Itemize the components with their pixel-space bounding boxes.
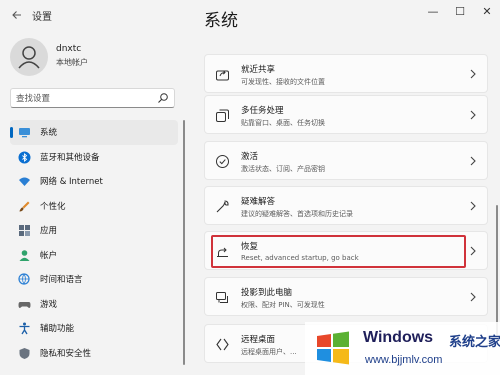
sidebar-item-bluetooth[interactable]: 蓝牙和其他设备 — [10, 145, 178, 170]
settings-card-recovery[interactable]: 恢复 Reset, advanced startup, go back — [204, 231, 488, 270]
globe-clock-icon — [18, 273, 30, 285]
sidebar-item-label: 系统 — [40, 128, 58, 138]
search-input[interactable] — [16, 92, 156, 105]
highlight-box — [211, 235, 466, 268]
sidebar-item-accessibility[interactable]: 辅助功能 — [10, 316, 178, 341]
sidebar-item-label: 时间和语言 — [40, 275, 83, 285]
chevron-right-icon — [470, 110, 476, 120]
sidebar-item-label: 应用 — [40, 226, 58, 236]
sidebar-item-label: 游戏 — [40, 299, 58, 310]
sidebar-item-system[interactable]: 系统 — [10, 120, 178, 145]
shield-icon — [19, 347, 30, 359]
chevron-right-icon — [470, 201, 476, 211]
sidebar-item-apps[interactable]: 应用 — [10, 218, 178, 243]
card-subtitle: 权限、配对 PIN、可发现性 — [241, 301, 325, 309]
card-title: 激活 — [241, 152, 259, 162]
sidebar-item-label: 个性化 — [40, 201, 66, 212]
windows-logo-icon — [317, 331, 349, 365]
remote-desktop-icon — [216, 338, 229, 351]
card-title: 疑难解答 — [241, 197, 276, 207]
chevron-right-icon — [470, 292, 476, 302]
watermark-url: www.bjjmlv.com — [365, 354, 443, 366]
sidebar-item-label: 帐户 — [40, 250, 58, 261]
card-title: 远程桌面 — [241, 335, 276, 345]
sidebar-item-time-language[interactable]: 时间和语言 — [10, 267, 178, 292]
card-subtitle: 远程桌面用户、... — [241, 348, 297, 356]
sidebar-nav: 系统 蓝牙和其他设备 网络 & Internet 个性化 应用 帐户 时间和语言… — [10, 120, 178, 365]
settings-card-nearby-sharing[interactable]: 就近共享 可发现性、接收的文件位置 — [204, 54, 488, 93]
chevron-right-icon — [470, 69, 476, 79]
card-subtitle: 激活状态、订阅、产品密钥 — [241, 165, 325, 173]
settings-card-activation[interactable]: 激活 激活状态、订阅、产品密钥 — [204, 141, 488, 180]
chevron-right-icon — [470, 246, 476, 256]
monitor-icon — [19, 128, 30, 138]
title-bar: 设置 — ☐ ✕ — [0, 0, 500, 30]
sidebar-item-network[interactable]: 网络 & Internet — [10, 169, 178, 194]
card-title: 就近共享 — [241, 65, 276, 75]
person-icon — [18, 46, 40, 69]
multitask-icon — [216, 109, 229, 122]
apps-icon — [19, 225, 30, 236]
share-icon — [216, 70, 229, 81]
sidebar-item-label: 隐私和安全性 — [40, 348, 92, 359]
gamepad-icon — [18, 301, 31, 308]
wifi-icon — [19, 177, 30, 186]
sidebar-item-label: 蓝牙和其他设备 — [40, 152, 100, 163]
card-title: 投影到此电脑 — [241, 288, 293, 298]
app-title: 设置 — [32, 12, 52, 23]
watermark: Windows 系统之家 www.bjjmlv.com — [305, 322, 500, 375]
sidebar-item-gaming[interactable]: 游戏 — [10, 292, 178, 317]
settings-card-project-to-pc[interactable]: 投影到此电脑 权限、配对 PIN、可发现性 — [204, 277, 488, 316]
sidebar-item-label: 网络 & Internet — [40, 177, 103, 187]
card-subtitle: 建议的疑难解答、首选项和历史记录 — [241, 210, 353, 218]
arrow-left-icon — [12, 11, 21, 19]
minimize-button[interactable]: — — [420, 2, 446, 22]
back-button[interactable] — [8, 6, 26, 24]
search-icon[interactable] — [157, 92, 169, 104]
account-type: 本地帐户 — [56, 58, 88, 67]
watermark-brand-cn: 系统之家 — [449, 335, 500, 350]
bluetooth-icon — [18, 151, 31, 163]
settings-card-troubleshoot[interactable]: 疑难解答 建议的疑难解答、首选项和历史记录 — [204, 186, 488, 225]
card-subtitle: 贴靠窗口、桌面、任务切换 — [241, 119, 325, 127]
avatar[interactable] — [10, 38, 48, 76]
card-title: 多任务处理 — [241, 106, 284, 116]
card-subtitle: 可发现性、接收的文件位置 — [241, 78, 325, 86]
chevron-right-icon — [470, 156, 476, 166]
wrench-icon — [216, 200, 229, 213]
check-circle-icon — [216, 155, 229, 168]
close-button[interactable]: ✕ — [474, 2, 500, 22]
sidebar-scrollbar[interactable] — [183, 120, 185, 365]
sidebar: dnxtc 本地帐户 系统 蓝牙和其他设备 — [0, 30, 190, 375]
search-box[interactable] — [10, 88, 175, 108]
brush-icon — [19, 201, 30, 211]
page-title: 系统 — [204, 11, 238, 31]
main-scrollbar[interactable] — [496, 205, 498, 335]
account-icon — [19, 249, 30, 261]
settings-card-multitasking[interactable]: 多任务处理 贴靠窗口、桌面、任务切换 — [204, 95, 488, 134]
active-indicator — [10, 127, 13, 138]
sidebar-item-personalization[interactable]: 个性化 — [10, 194, 178, 219]
user-name: dnxtc — [56, 44, 82, 54]
sidebar-item-accounts[interactable]: 帐户 — [10, 243, 178, 268]
sidebar-item-label: 辅助功能 — [40, 324, 75, 334]
projector-icon — [216, 292, 228, 303]
accessibility-icon — [19, 322, 30, 335]
watermark-brand: Windows — [363, 329, 434, 346]
sidebar-item-privacy[interactable]: 隐私和安全性 — [10, 341, 178, 366]
maximize-button[interactable]: ☐ — [447, 2, 473, 22]
